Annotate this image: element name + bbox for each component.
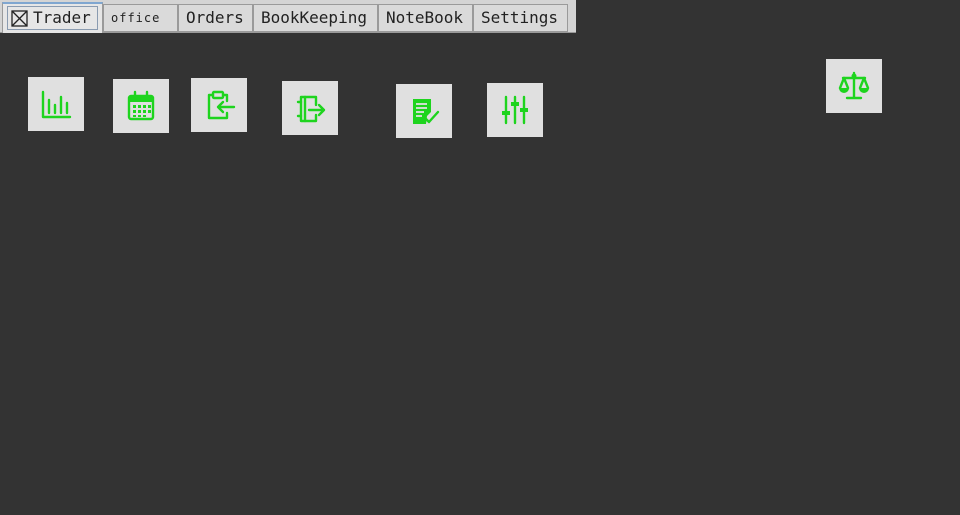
checklist-button[interactable] bbox=[396, 84, 452, 138]
tab-settings-label: Settings bbox=[481, 8, 559, 27]
sliders-icon bbox=[502, 95, 528, 125]
tab-office-label: office bbox=[111, 11, 161, 25]
checklist-icon bbox=[413, 99, 440, 124]
tab-orders-label: Orders bbox=[186, 8, 244, 27]
balance-scale-icon bbox=[838, 71, 870, 100]
tab-bar: Trader office Orders BookKeeping NoteBoo… bbox=[0, 0, 576, 33]
tab-trader[interactable]: Trader bbox=[2, 2, 103, 33]
clipboard-import-icon bbox=[207, 90, 236, 120]
settings-sliders-button[interactable] bbox=[487, 83, 543, 137]
tab-close-icon[interactable] bbox=[11, 9, 28, 27]
import-button[interactable] bbox=[191, 78, 247, 132]
tab-orders[interactable]: Orders bbox=[178, 4, 253, 32]
bar-chart-icon bbox=[41, 90, 72, 119]
chart-button[interactable] bbox=[28, 77, 84, 131]
calendar-button[interactable] bbox=[113, 79, 169, 133]
notebook-export-icon bbox=[296, 95, 326, 123]
tab-bookkeeping-label: BookKeeping bbox=[261, 8, 367, 27]
balance-button[interactable] bbox=[826, 59, 882, 113]
tab-office[interactable]: office bbox=[103, 4, 178, 32]
calendar-icon bbox=[127, 90, 155, 121]
export-button[interactable] bbox=[282, 81, 338, 135]
tab-notebook[interactable]: NoteBook bbox=[378, 4, 473, 32]
tab-bookkeeping[interactable]: BookKeeping bbox=[253, 4, 378, 32]
tab-settings[interactable]: Settings bbox=[473, 4, 568, 32]
tab-trader-label: Trader bbox=[33, 8, 91, 27]
tab-notebook-label: NoteBook bbox=[386, 8, 464, 27]
